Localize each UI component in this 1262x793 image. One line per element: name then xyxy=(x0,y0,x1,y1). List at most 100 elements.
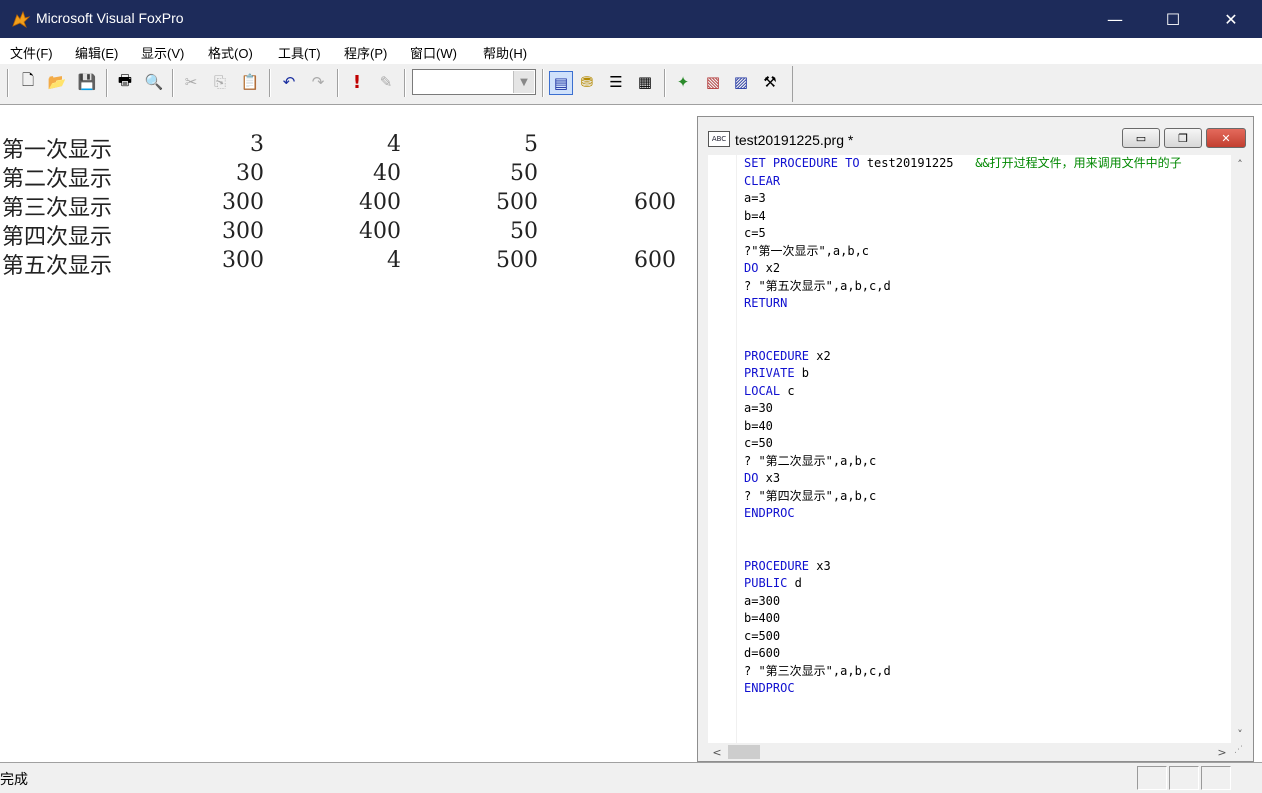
new-file-button[interactable]: 🗋 xyxy=(17,71,39,93)
scroll-down-icon[interactable]: ˅ xyxy=(1231,725,1249,743)
run-button[interactable]: ! xyxy=(346,71,368,93)
code-keyword: DO xyxy=(744,261,759,275)
scroll-up-icon[interactable]: ˄ xyxy=(1231,155,1249,173)
tools-icon: ⚒ xyxy=(763,73,777,91)
code-line: b=400 xyxy=(744,610,1231,628)
code-line: a=3 xyxy=(744,190,1231,208)
menu-help[interactable]: 帮助(H) xyxy=(483,43,527,62)
editor-minimize-button[interactable]: ▭ xyxy=(1122,128,1160,148)
code-text-segment: b=40 xyxy=(744,418,773,433)
menu-tools[interactable]: 工具(T) xyxy=(278,43,321,62)
code-keyword: PROCEDURE xyxy=(744,558,810,573)
form-wizard-button[interactable]: ✦ xyxy=(672,71,694,93)
code-window-button[interactable]: ▦ xyxy=(634,71,656,93)
menu-format[interactable]: 格式(O) xyxy=(208,43,253,62)
standard-toolbar: 🗋 📂 💾 🖶 🔍 ✂ ⎘ 📋 ↶ ↷ ! ✎ ▼ ▤ ⛃ ☰ ▦ ✦ ▧ ▨ … xyxy=(0,64,1262,105)
output-label: 第三次显示 xyxy=(2,196,113,221)
vertical-scrollbar[interactable]: ˄ ˅ xyxy=(1231,155,1249,743)
output-value-b: 400 xyxy=(359,219,401,244)
modify-form-icon: ✎ xyxy=(379,73,393,91)
code-window-icon: ▦ xyxy=(637,73,653,91)
editor-gutter xyxy=(708,155,737,743)
tools-button[interactable]: ⚒ xyxy=(759,71,781,93)
open-button[interactable]: 📂 xyxy=(46,71,68,93)
output-row: 第三次显示 300 400 500 600 xyxy=(2,190,682,221)
paste-button[interactable]: 📋 xyxy=(239,71,261,93)
code-text-segment: a=300 xyxy=(744,593,781,608)
toolbar-combo[interactable]: ▼ xyxy=(412,69,536,95)
toolbar-separator xyxy=(404,69,406,97)
print-preview-button[interactable]: 🔍 xyxy=(143,71,165,93)
data-session-button[interactable]: ⛃ xyxy=(576,71,598,93)
output-row: 第五次显示 300 4 500 600 xyxy=(2,248,682,279)
print-button[interactable]: 🖶 xyxy=(114,71,136,93)
scroll-left-icon[interactable]: < xyxy=(708,743,726,761)
properties-icon: ☰ xyxy=(609,73,623,91)
menu-file[interactable]: 文件(F) xyxy=(10,43,53,62)
copy-button[interactable]: ⎘ xyxy=(209,71,231,93)
code-keyword: PROCEDURE xyxy=(744,348,810,363)
toolbar-separator xyxy=(664,69,666,97)
output-value-a: 300 xyxy=(222,248,264,273)
code-keyword: CLEAR xyxy=(744,173,781,188)
maximize-button[interactable]: ☐ xyxy=(1144,0,1202,38)
minimize-button[interactable]: — xyxy=(1086,0,1144,38)
chevron-down-icon[interactable]: ▼ xyxy=(513,71,534,93)
autoformat-button[interactable]: ▧ xyxy=(702,71,724,93)
horizontal-scrollbar[interactable]: < > xyxy=(708,743,1231,761)
code-text-segment: c=500 xyxy=(744,628,781,643)
scroll-right-icon[interactable]: > xyxy=(1213,743,1231,761)
code-text-segment: x2 xyxy=(758,261,781,275)
modify-button[interactable]: ✎ xyxy=(375,71,397,93)
status-panel xyxy=(1137,766,1167,790)
code-line: a=30 xyxy=(744,400,1231,418)
output-value-d: 600 xyxy=(634,248,676,273)
code-keyword: PRIVATE xyxy=(744,366,795,380)
status-panel xyxy=(1201,766,1231,790)
menu-edit[interactable]: 编辑(E) xyxy=(75,43,118,62)
code-keyword: SET PROCEDURE TO xyxy=(744,156,860,170)
toolbar-separator xyxy=(269,69,271,97)
code-line: ENDPROC xyxy=(744,505,1231,523)
editor-close-button[interactable]: ✕ xyxy=(1206,128,1246,148)
editor-restore-button[interactable]: ❐ xyxy=(1164,128,1202,148)
output-value-b: 40 xyxy=(373,161,401,186)
save-button[interactable]: 💾 xyxy=(76,71,98,93)
code-editor[interactable]: SET PROCEDURE TO test20191225 &&打开过程文件，用… xyxy=(708,155,1231,743)
cut-button[interactable]: ✂ xyxy=(180,71,202,93)
code-keyword: ENDPROC xyxy=(744,506,795,520)
code-text[interactable]: SET PROCEDURE TO test20191225 &&打开过程文件，用… xyxy=(744,155,1231,698)
code-keyword: LOCAL xyxy=(744,383,781,398)
minimize-icon: ▭ xyxy=(1135,131,1147,145)
code-line: ENDPROC xyxy=(744,680,1231,698)
editor-title-bar[interactable]: ABC test20191225.prg * ▭ ❐ ✕ xyxy=(698,117,1253,153)
code-text-segment: c=5 xyxy=(744,226,766,240)
toolbar-separator xyxy=(542,69,544,97)
horizontal-scroll-thumb[interactable] xyxy=(728,745,760,759)
window-title: Microsoft Visual FoxPro xyxy=(36,10,184,26)
code-line: PUBLIC d xyxy=(744,575,1231,593)
report-designer-button[interactable]: ▨ xyxy=(730,71,752,93)
toolbar-end xyxy=(792,66,793,102)
undo-icon: ↶ xyxy=(282,73,296,91)
undo-button[interactable]: ↶ xyxy=(278,71,300,93)
menu-window[interactable]: 窗口(W) xyxy=(410,43,457,62)
command-window-button[interactable]: ▤ xyxy=(549,71,573,95)
code-line: b=4 xyxy=(744,208,1231,226)
output-label: 第五次显示 xyxy=(2,254,113,279)
redo-button[interactable]: ↷ xyxy=(307,71,329,93)
menu-view[interactable]: 显示(V) xyxy=(141,43,184,62)
menu-program[interactable]: 程序(P) xyxy=(344,43,387,62)
code-line: c=50 xyxy=(744,435,1231,453)
code-line: ? "第二次显示",a,b,c xyxy=(744,453,1231,471)
save-icon: 💾 xyxy=(77,73,97,91)
resize-grip-icon[interactable]: ⋰ xyxy=(1234,745,1248,759)
redo-icon: ↷ xyxy=(311,73,325,91)
code-text-segment: x3 xyxy=(758,471,781,485)
properties-button[interactable]: ☰ xyxy=(605,71,627,93)
toolbar-separator xyxy=(172,69,174,97)
close-button[interactable]: ✕ xyxy=(1202,0,1260,38)
output-value-c: 50 xyxy=(510,161,538,186)
